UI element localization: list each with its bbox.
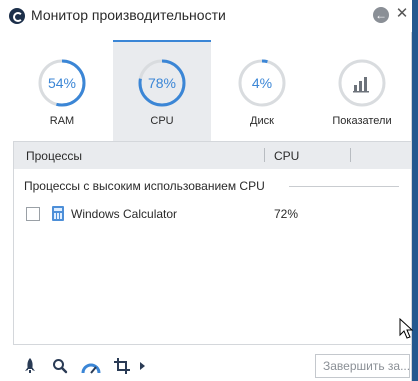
calculator-icon xyxy=(52,206,64,221)
ram-value: 54% xyxy=(47,75,77,91)
bottom-toolbar: Завершить за... xyxy=(0,350,412,381)
process-name: Windows Calculator xyxy=(71,207,178,221)
column-header-processes[interactable]: Процессы xyxy=(26,149,82,163)
table-row[interactable]: Windows Calculator 72% xyxy=(14,202,411,228)
back-button[interactable]: ← xyxy=(373,7,389,23)
tab-disk[interactable]: 4% Диск xyxy=(213,40,311,141)
mouse-cursor-icon xyxy=(399,318,413,339)
bar-chart-icon xyxy=(338,59,386,107)
crop-icon[interactable] xyxy=(114,358,130,374)
process-cpu: 72% xyxy=(274,207,299,221)
title-bar: Монитор производительности ← ✕ xyxy=(0,0,412,32)
disk-value: 4% xyxy=(251,75,273,91)
close-button[interactable]: ✕ xyxy=(395,6,409,22)
cpu-value: 78% xyxy=(147,75,177,91)
tab-cpu-label: CPU xyxy=(150,115,174,127)
app-logo-icon xyxy=(9,8,25,24)
end-task-button[interactable]: Завершить за... xyxy=(315,354,410,378)
tab-cpu[interactable]: 78% CPU xyxy=(113,40,211,141)
tab-ram[interactable]: 54% RAM xyxy=(13,40,111,141)
chevron-right-icon[interactable] xyxy=(140,362,145,370)
window-title: Монитор производительности xyxy=(31,7,226,23)
tab-ram-label: RAM xyxy=(49,115,75,127)
metric-tabs: 54% RAM 78% CPU 4% Диск Показатели xyxy=(0,40,412,141)
back-arrow-icon: ← xyxy=(375,8,387,22)
tab-metrics[interactable]: Показатели xyxy=(313,40,411,141)
close-icon: ✕ xyxy=(395,5,409,22)
column-header-cpu[interactable]: CPU xyxy=(274,149,299,163)
performance-monitor-window: Монитор производительности ← ✕ 54% RAM 7… xyxy=(0,0,413,381)
speedometer-icon[interactable] xyxy=(80,358,102,376)
column-divider[interactable] xyxy=(350,148,351,162)
rocket-icon[interactable] xyxy=(24,358,36,374)
tab-metrics-label: Показатели xyxy=(332,115,392,127)
column-divider[interactable] xyxy=(264,148,265,162)
process-checkbox[interactable] xyxy=(26,207,40,221)
table-header: Процессы CPU xyxy=(14,142,411,169)
section-divider xyxy=(289,186,399,187)
section-title: Процессы с высоким использованием CPU xyxy=(24,179,265,193)
search-icon[interactable] xyxy=(52,358,68,374)
process-panel: Процессы CPU Процессы с высоким использо… xyxy=(13,141,413,345)
tab-disk-label: Диск xyxy=(250,115,274,127)
